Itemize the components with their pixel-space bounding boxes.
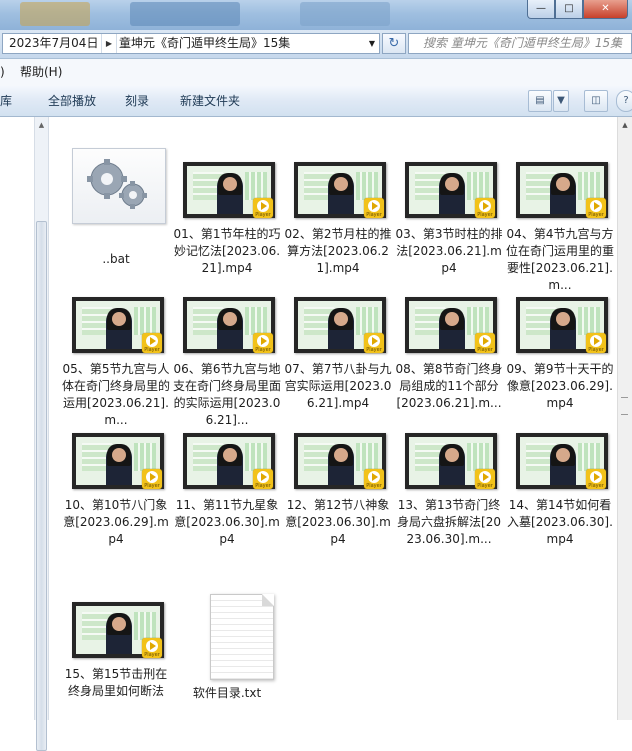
search-input[interactable]: 搜索 童坤元《奇门遁甲终生局》15集 [408,33,632,54]
content-scrollbar[interactable]: ▲ [617,117,632,720]
player-badge-icon: Player [475,469,495,489]
navigation-pane-scrollbar[interactable]: ▲ [34,117,49,751]
file-name-label: 03、第3节时柱的排法[2023.06.21].mp4 [395,227,503,275]
address-bar-row: 2023年7月04日 ▶ 童坤元《奇门遁甲终生局》15集 ▼ ↻ 搜索 童坤元《… [0,30,632,59]
file-name-label: 02、第2节月柱的推算方法[2023.06.21].mp4 [284,227,392,275]
file-name-label: 软件目录.txt [192,686,262,700]
player-badge-icon: Player [475,198,495,218]
player-badge-icon: Player [142,638,162,658]
file-name-label: 15、第15节击刑在终身局里如何断法 [64,667,168,698]
file-name-label: 01、第1节年柱的巧妙记忆法[2023.06.21].mp4 [173,227,281,275]
player-badge-icon: Player [364,333,384,353]
scroll-up-arrow-icon[interactable]: ▲ [35,117,48,133]
file-name-label: 05、第5节九宫与人体在奇门终身局里的运用[2023.06.21].m... [62,362,171,427]
menu-bar: ) 帮助(H) [0,59,632,87]
file-name-label: 06、第6节九宫与地支在奇门终身局里面的实际运用[2023.06.21]... [173,362,282,427]
file-name-label: 07、第7节八卦与九宫实际运用[2023.06.21].mp4 [284,362,392,410]
minimize-icon[interactable]: — [527,0,555,19]
breadcrumb-date[interactable]: 2023年7月04日 [9,34,98,53]
play-all-button[interactable]: 全部播放 [48,86,96,116]
player-badge-label: Player [366,212,382,218]
player-badge-label: Player [588,212,604,218]
player-badge-label: Player [144,483,160,489]
new-folder-button[interactable]: 新建文件夹 [180,86,240,116]
command-toolbar: 库 全部播放 刻录 新建文件夹 ▤ ▼ ◫ ? [0,86,632,117]
player-badge-icon: Player [475,333,495,353]
refresh-icon[interactable]: ↻ [382,33,406,54]
burn-button[interactable]: 刻录 [125,86,149,116]
menu-item-cut[interactable]: ) [0,59,5,86]
player-badge-icon: Player [253,198,273,218]
scrollbar-thumb[interactable] [36,221,47,751]
maximize-icon[interactable]: □ [555,0,583,19]
toolbar-organize-cut[interactable]: 库 [0,86,12,116]
player-badge-icon: Player [253,333,273,353]
player-badge-icon: Player [364,469,384,489]
player-badge-label: Player [255,212,271,218]
player-badge-icon: Player [586,198,606,218]
close-icon[interactable]: ✕ [583,0,628,19]
player-badge-label: Player [144,347,160,353]
scroll-up-arrow-icon[interactable]: ▲ [618,117,632,133]
preview-pane-icon[interactable]: ◫ [584,90,608,112]
file-name-label: 12、第12节八神象意[2023.06.30].mp4 [285,498,391,546]
menu-item-help[interactable]: 帮助(H) [20,59,62,86]
player-badge-icon: Player [586,469,606,489]
blurred-titlebar-region [300,2,390,26]
breadcrumb-chevron-icon[interactable]: ▶ [101,34,117,53]
player-badge-icon: Player [586,333,606,353]
blurred-titlebar-region [20,2,90,26]
blurred-titlebar-region [130,2,240,26]
file-name-label: 11、第11节九星象意[2023.06.30].mp4 [174,498,280,546]
text-document-icon [210,594,274,680]
scrollbar-grip[interactable] [621,397,628,415]
player-badge-icon: Player [364,198,384,218]
player-badge-label: Player [477,347,493,353]
file-name-label: 14、第14节如何看入墓[2023.06.30].mp4 [507,498,613,546]
file-name-label: 08、第8节奇门终身局组成的11个部分[2023.06.21].m... [395,362,503,410]
player-badge-label: Player [588,483,604,489]
player-badge-icon: Player [142,469,162,489]
file-name-label: 09、第9节十天干的像意[2023.06.29].mp4 [506,362,614,410]
breadcrumb-folder[interactable]: 童坤元《奇门遁甲终生局》15集 [119,34,290,53]
file-name-label: 13、第13节奇门终身局六盘拆解法[2023.06.30].m... [397,498,501,546]
file-name-label: 10、第10节八门象意[2023.06.29].mp4 [63,498,169,546]
player-badge-label: Player [255,483,271,489]
window-titlebar: — □ ✕ [0,0,632,30]
view-dropdown-icon[interactable]: ▼ [553,90,569,112]
player-badge-label: Player [366,483,382,489]
player-badge-icon: Player [142,333,162,353]
view-options-icon[interactable]: ▤ [528,90,552,112]
player-badge-label: Player [144,652,160,658]
file-list-area[interactable]: ..bat Player 01、第1节年柱的巧妙记忆法[2023.06.21].mp… [49,117,617,720]
player-badge-label: Player [255,347,271,353]
player-badge-label: Player [366,347,382,353]
player-badge-icon: Player [253,469,273,489]
player-badge-label: Player [588,347,604,353]
help-icon[interactable]: ? [616,90,632,112]
player-badge-label: Player [477,212,493,218]
address-dropdown-icon[interactable]: ▼ [365,34,379,53]
file-name-label: 04、第4节九宫与方位在奇门运用里的重要性[2023.06.21].m... [506,227,615,292]
file-name-label: ..bat [102,252,130,266]
gear-icon [72,148,166,224]
player-badge-label: Player [477,483,493,489]
window-controls: — □ ✕ [527,0,628,19]
navigation-pane[interactable] [0,117,34,720]
address-bar[interactable]: 2023年7月04日 ▶ 童坤元《奇门遁甲终生局》15集 ▼ [2,33,380,54]
